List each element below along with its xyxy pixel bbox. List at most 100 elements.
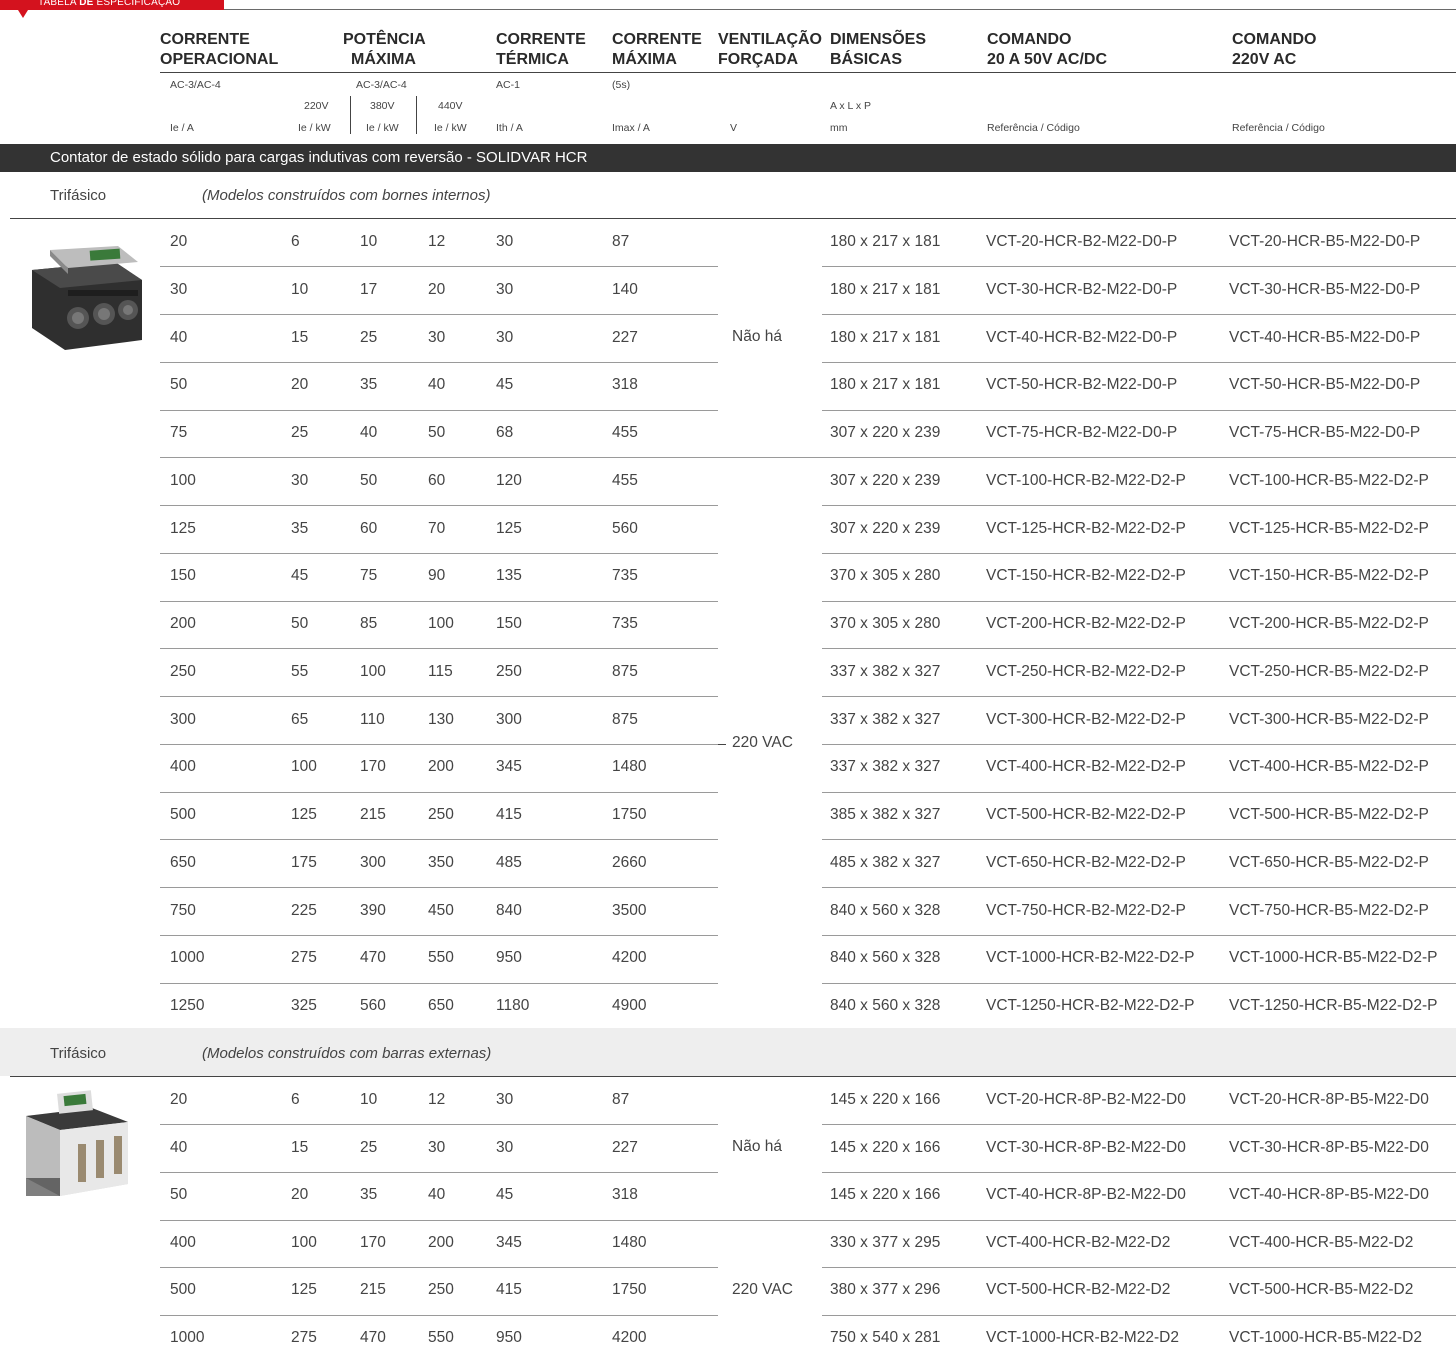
tag-bold: DE — [79, 0, 94, 8]
header-line: 20 A 50V AC/DC — [987, 51, 1108, 68]
cell-corrente-operacional: 200 — [170, 615, 196, 632]
sub-ac1: AC-1 — [496, 79, 520, 91]
cell-potencia-220v: 225 — [291, 901, 317, 919]
cell-ref-comando-220v: VCT-100-HCR-B5-M22-D2-P — [1229, 471, 1429, 489]
cell-ref-comando-220v: VCT-500-HCR-B5-M22-D2 — [1229, 1281, 1414, 1299]
sub-5s: (5s) — [612, 79, 631, 91]
cell-corrente-operacional: 1000 — [170, 1329, 205, 1346]
group2-vent-nao-ha: Não há — [732, 1138, 782, 1155]
unit-ref-codigo-20: Referência / Código — [987, 122, 1080, 134]
cell-potencia-220v: 25 — [291, 424, 309, 441]
cell-corrente-maxima: 875 — [612, 662, 638, 680]
cell-corrente-operacional: 650 — [170, 853, 196, 871]
cell-ref-comando-20-50v: VCT-20-HCR-B2-M22-D0-P — [986, 233, 1178, 250]
sub-axlxp: A x L x P — [830, 100, 872, 112]
cell-dimensoes: 370 x 305 x 280 — [830, 567, 941, 585]
cell-dimensoes: 337 x 382 x 327 — [830, 758, 941, 776]
cell-ref-comando-20-50v: VCT-300-HCR-B2-M22-D2-P — [986, 710, 1186, 728]
header-comando-220v: COMANDO 220V AC — [1232, 30, 1316, 70]
cell-potencia-380v: 110 — [360, 710, 385, 728]
cell-ref-comando-20-50v: VCT-250-HCR-B2-M22-D2-P — [986, 662, 1186, 680]
unit-ie-kw-440: Ie / kW — [434, 122, 467, 134]
cell-corrente-termica: 150 — [496, 615, 522, 632]
cell-potencia-220v: 100 — [291, 1233, 317, 1251]
cell-corrente-operacional: 250 — [170, 662, 196, 680]
cell-potencia-380v: 10 — [360, 233, 378, 250]
cell-corrente-maxima: 318 — [612, 376, 638, 394]
cell-potencia-220v: 50 — [291, 615, 309, 632]
cell-ref-comando-220v: VCT-500-HCR-B5-M22-D2-P — [1229, 806, 1429, 823]
cell-dimensoes: 307 x 220 x 239 — [830, 424, 941, 441]
cell-corrente-termica: 68 — [496, 424, 514, 441]
cell-corrente-maxima: 140 — [612, 280, 638, 298]
cell-corrente-operacional: 40 — [170, 1138, 188, 1156]
group1-top-rule — [10, 218, 1456, 219]
cell-corrente-termica: 300 — [496, 710, 522, 728]
cell-ref-comando-20-50v: VCT-1000-HCR-B2-M22-D2 — [986, 1329, 1179, 1346]
cell-corrente-maxima: 227 — [612, 1138, 638, 1156]
row-divider — [160, 1220, 1456, 1221]
cell-potencia-220v: 275 — [291, 1329, 317, 1346]
cell-corrente-maxima: 735 — [612, 567, 638, 585]
header-line: FORÇADA — [718, 51, 798, 68]
cell-potencia-220v: 6 — [291, 1091, 300, 1108]
row-divider — [822, 1172, 1456, 1173]
cell-corrente-termica: 485 — [496, 853, 522, 871]
cell-corrente-operacional: 300 — [170, 710, 196, 728]
row-divider — [160, 983, 718, 984]
cell-dimensoes: 330 x 377 x 295 — [830, 1233, 941, 1251]
header-corrente-operacional: CORRENTE OPERACIONAL — [160, 30, 278, 70]
cell-corrente-maxima: 4900 — [612, 997, 647, 1014]
row-divider — [822, 887, 1456, 888]
header-ventilacao: VENTILAÇÃO FORÇADA — [718, 30, 822, 70]
cell-corrente-maxima: 1480 — [612, 1233, 647, 1251]
unit-ie-kw-220: Ie / kW — [298, 122, 331, 134]
cell-potencia-380v: 17 — [360, 280, 378, 298]
cell-potencia-440v: 550 — [428, 1329, 454, 1346]
cell-corrente-termica: 30 — [496, 1091, 514, 1108]
header-line: MÁXIMA — [612, 51, 677, 68]
cell-corrente-termica: 30 — [496, 328, 514, 346]
cell-corrente-operacional: 750 — [170, 901, 196, 919]
cell-potencia-220v: 325 — [291, 997, 317, 1014]
cell-dimensoes: 370 x 305 x 280 — [830, 615, 941, 632]
cell-potencia-440v: 40 — [428, 1186, 446, 1204]
cell-potencia-440v: 250 — [428, 806, 454, 823]
cell-dimensoes: 337 x 382 x 327 — [830, 710, 941, 728]
cell-potencia-440v: 200 — [428, 1233, 454, 1251]
row-divider — [160, 887, 718, 888]
cell-potencia-220v: 100 — [291, 758, 317, 776]
cell-corrente-operacional: 500 — [170, 806, 196, 823]
power-divider — [350, 96, 351, 134]
cell-corrente-termica: 345 — [496, 1233, 522, 1251]
header-line: COMANDO — [1232, 31, 1317, 48]
cell-corrente-maxima: 3500 — [612, 901, 647, 919]
cell-potencia-380v: 10 — [360, 1091, 378, 1108]
row-divider — [160, 601, 718, 602]
row-divider — [822, 601, 1456, 602]
unit-v: V — [730, 122, 738, 134]
row-divider — [822, 410, 1456, 411]
cell-ref-comando-220v: VCT-30-HCR-B5-M22-D0-P — [1229, 280, 1421, 298]
row-divider — [822, 314, 1456, 315]
cell-potencia-220v: 175 — [291, 853, 317, 871]
cell-potencia-220v: 275 — [291, 949, 317, 967]
row-divider — [160, 648, 718, 649]
cell-ref-comando-220v: VCT-1250-HCR-B5-M22-D2-P — [1229, 997, 1438, 1014]
cell-corrente-maxima: 87 — [612, 233, 630, 250]
row-divider — [160, 457, 1456, 458]
group2-label: Trifásico — [50, 1045, 107, 1062]
header-line: BÁSICAS — [830, 51, 903, 68]
tag-prefix: TABELA — [38, 0, 80, 8]
cell-potencia-440v: 30 — [428, 328, 446, 346]
sub-220v: 220V — [304, 100, 329, 112]
cell-potencia-380v: 25 — [360, 328, 378, 346]
sub-ac3-ac4-power: AC-3/AC-4 — [356, 79, 407, 91]
header-line: OPERACIONAL — [160, 51, 279, 68]
cell-potencia-440v: 550 — [428, 949, 454, 967]
unit-mm: mm — [830, 122, 848, 134]
cell-ref-comando-220v: VCT-750-HCR-B5-M22-D2-P — [1229, 901, 1429, 919]
cell-ref-comando-20-50v: VCT-1250-HCR-B2-M22-D2-P — [986, 997, 1195, 1014]
cell-corrente-termica: 30 — [496, 233, 514, 250]
group1-vent-220vac: 220 VAC — [732, 734, 793, 751]
